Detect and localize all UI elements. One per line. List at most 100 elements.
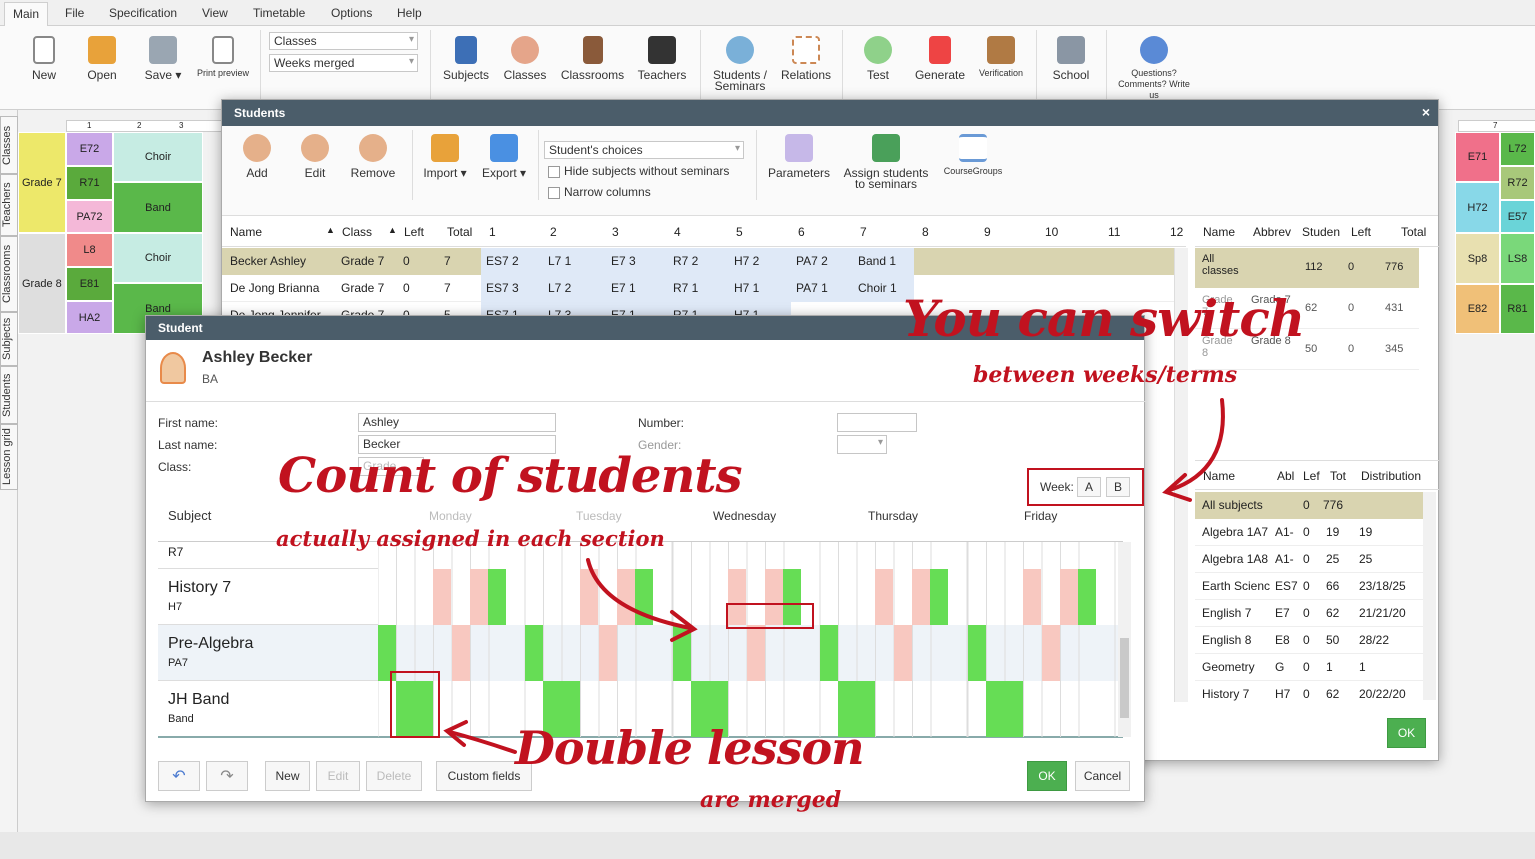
list-item[interactable]: History 7 H7 bbox=[158, 569, 378, 625]
cancel-button[interactable]: Cancel bbox=[1075, 761, 1130, 791]
coursegroups-button[interactable]: CourseGroups bbox=[941, 134, 1005, 176]
students-ok-button[interactable]: OK bbox=[1387, 718, 1426, 748]
teachers-button[interactable]: Teachers bbox=[636, 36, 688, 82]
menu-file[interactable]: File bbox=[65, 6, 84, 20]
menu-options[interactable]: Options bbox=[331, 6, 372, 20]
lesson-card[interactable]: R72 bbox=[1500, 166, 1535, 200]
table-row[interactable]: Geometry G 0 1 1 bbox=[1195, 654, 1423, 681]
table-row[interactable]: Becker Ashley Grade 707 ES7 2 L7 1 E7 3 R7 2… bbox=[222, 248, 1174, 275]
lesson-card[interactable]: H72 bbox=[1455, 182, 1500, 233]
lesson-card[interactable]: R71 bbox=[66, 166, 113, 200]
lesson-card[interactable]: PA72 bbox=[66, 200, 113, 233]
list-item[interactable]: JH Band Band bbox=[158, 681, 378, 737]
section-cell[interactable] bbox=[673, 625, 691, 681]
section-cell[interactable] bbox=[820, 625, 838, 681]
first-name-field[interactable]: Ashley bbox=[358, 413, 556, 432]
lesson-card[interactable]: E71 bbox=[1455, 132, 1500, 182]
add-student-button[interactable]: Add bbox=[240, 134, 274, 180]
subjects-scrollbar[interactable] bbox=[1423, 492, 1436, 700]
section-cell[interactable] bbox=[1060, 569, 1078, 625]
tab-classrooms[interactable]: Classrooms bbox=[0, 236, 18, 312]
lesson-card[interactable]: E81 bbox=[66, 267, 113, 301]
table-row[interactable]: English 8 E8 0 50 28/22 bbox=[1195, 627, 1423, 654]
test-button[interactable]: Test bbox=[858, 36, 898, 82]
assign-seminars-button[interactable]: Assign students to seminars bbox=[841, 134, 931, 190]
section-cell[interactable] bbox=[470, 569, 488, 625]
print-preview-button[interactable]: Print preview bbox=[194, 36, 252, 78]
double-lesson-cell[interactable] bbox=[986, 681, 1023, 737]
section-cell[interactable] bbox=[930, 569, 948, 625]
table-row[interactable]: All classes 112 0 776 bbox=[1195, 248, 1419, 288]
lesson-card[interactable]: Choir bbox=[113, 132, 203, 182]
section-cell[interactable] bbox=[1042, 625, 1060, 681]
new-button[interactable]: New bbox=[28, 36, 60, 82]
open-button[interactable]: Open bbox=[84, 36, 120, 82]
save-button[interactable]: Save ▾ bbox=[138, 36, 188, 82]
lesson-card[interactable]: Sp8 bbox=[1455, 233, 1500, 284]
narrow-columns-checkbox[interactable]: Narrow columns bbox=[548, 185, 651, 199]
questions-button[interactable]: Questions? Comments? Write us bbox=[1114, 36, 1194, 100]
section-cell[interactable] bbox=[1078, 569, 1096, 625]
section-cell[interactable] bbox=[580, 569, 598, 625]
view-type-select[interactable]: Classes bbox=[269, 32, 418, 50]
section-cell[interactable] bbox=[433, 569, 451, 625]
section-cell[interactable] bbox=[747, 625, 765, 681]
ok-button[interactable]: OK bbox=[1027, 761, 1067, 791]
edit-button[interactable]: Edit bbox=[316, 761, 360, 791]
section-cell[interactable] bbox=[875, 569, 893, 625]
section-cell[interactable] bbox=[1023, 569, 1041, 625]
edit-student-button[interactable]: Edit bbox=[298, 134, 332, 180]
students-seminars-button[interactable]: Students / Seminars bbox=[708, 36, 772, 92]
lesson-card[interactable]: Choir bbox=[113, 233, 203, 283]
classes-button[interactable]: Classes bbox=[502, 36, 548, 82]
section-cell[interactable] bbox=[525, 625, 543, 681]
section-cell[interactable] bbox=[912, 569, 930, 625]
section-cell[interactable] bbox=[599, 625, 617, 681]
undo-button[interactable]: ↶ bbox=[158, 761, 200, 791]
lesson-card[interactable]: Band bbox=[113, 182, 203, 233]
remove-student-button[interactable]: Remove bbox=[348, 134, 398, 180]
lesson-card[interactable]: HA2 bbox=[66, 301, 113, 334]
lesson-card[interactable]: L72 bbox=[1500, 132, 1535, 166]
list-item[interactable]: Pre-Algebra PA7 bbox=[158, 625, 378, 681]
section-cell[interactable] bbox=[488, 569, 506, 625]
tab-subjects[interactable]: Subjects bbox=[0, 312, 18, 366]
menu-specification[interactable]: Specification bbox=[109, 6, 177, 20]
close-icon[interactable]: × bbox=[1422, 104, 1430, 120]
relations-button[interactable]: Relations bbox=[779, 36, 833, 82]
parameters-button[interactable]: Parameters bbox=[767, 134, 831, 180]
subjects-button[interactable]: Subjects bbox=[441, 36, 491, 82]
new-button[interactable]: New bbox=[265, 761, 310, 791]
section-cell[interactable] bbox=[968, 625, 986, 681]
import-button[interactable]: Import ▾ bbox=[420, 134, 470, 180]
number-field[interactable] bbox=[837, 413, 917, 432]
tab-teachers[interactable]: Teachers bbox=[0, 174, 18, 236]
export-button[interactable]: Export ▾ bbox=[478, 134, 530, 180]
tab-lesson-grid[interactable]: Lesson grid bbox=[0, 424, 18, 490]
verification-button[interactable]: Verification bbox=[974, 36, 1028, 78]
schedule-cells[interactable] bbox=[378, 542, 1118, 737]
lesson-card[interactable]: R81 bbox=[1500, 284, 1535, 334]
gender-select[interactable]: ▾ bbox=[837, 435, 887, 454]
menu-main[interactable]: Main bbox=[4, 2, 49, 27]
weeks-select[interactable]: Weeks merged bbox=[269, 54, 418, 72]
hide-subjects-checkbox[interactable]: Hide subjects without seminars bbox=[548, 164, 729, 178]
table-row[interactable]: History 7 H7 0 62 20/22/20 bbox=[1195, 681, 1423, 705]
lesson-card[interactable]: L8 bbox=[66, 233, 113, 267]
menu-timetable[interactable]: Timetable bbox=[253, 6, 305, 20]
tab-students[interactable]: Students bbox=[0, 366, 18, 424]
table-row[interactable]: All subjects 0 776 bbox=[1195, 492, 1423, 519]
section-cell[interactable] bbox=[894, 625, 912, 681]
schedule-scrollbar[interactable] bbox=[1118, 542, 1131, 737]
table-row[interactable]: Earth Scienc ES7 0 66 23/18/25 bbox=[1195, 573, 1423, 600]
lesson-card[interactable]: LS8 bbox=[1500, 233, 1535, 284]
generate-button[interactable]: Generate bbox=[912, 36, 968, 82]
lesson-card[interactable]: E57 bbox=[1500, 200, 1535, 233]
student-choices-select[interactable]: Student's choices bbox=[544, 141, 744, 159]
table-row[interactable]: Algebra 1A8 A1- 0 25 25 bbox=[1195, 546, 1423, 573]
delete-button[interactable]: Delete bbox=[366, 761, 422, 791]
section-cell[interactable] bbox=[635, 569, 653, 625]
table-row[interactable]: English 7 E7 0 62 21/21/20 bbox=[1195, 600, 1423, 627]
section-cell[interactable] bbox=[617, 569, 635, 625]
menu-help[interactable]: Help bbox=[397, 6, 422, 20]
